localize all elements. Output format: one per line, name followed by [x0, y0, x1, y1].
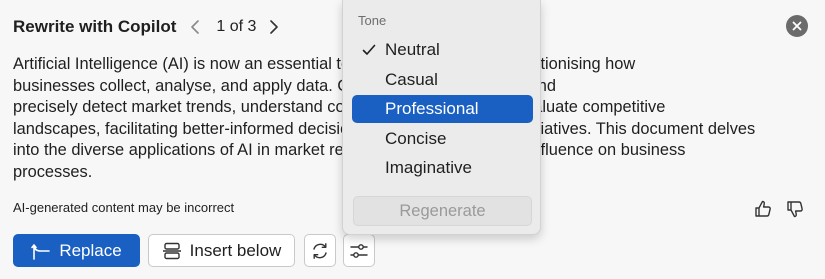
- insert-below-button[interactable]: Insert below: [148, 234, 295, 267]
- replace-arrow-icon: [31, 243, 51, 260]
- tone-item-label: Professional: [385, 99, 479, 118]
- close-button[interactable]: [786, 15, 808, 37]
- tone-item-professional[interactable]: Professional: [352, 95, 533, 123]
- regenerate-button[interactable]: [304, 234, 336, 267]
- thumb-up-icon: [755, 200, 771, 217]
- close-icon: [792, 21, 802, 31]
- tone-item-label: Neutral: [385, 40, 440, 59]
- page-indicator: 1 of 3: [216, 18, 257, 35]
- previous-button[interactable]: [184, 16, 206, 38]
- tone-item-neutral[interactable]: Neutral: [352, 36, 533, 64]
- chevron-right-icon: [270, 20, 279, 34]
- insert-below-label: Insert below: [189, 240, 282, 260]
- tone-options-button[interactable]: [343, 234, 375, 267]
- tone-item-casual[interactable]: Casual: [352, 66, 533, 94]
- next-button[interactable]: [263, 16, 285, 38]
- chevron-left-icon: [191, 20, 200, 34]
- tone-menu: Tone Neutral Casual Professional Concise…: [342, 0, 541, 235]
- tone-section-label: Tone: [358, 13, 387, 28]
- insert-below-icon: [162, 242, 181, 259]
- tone-item-concise[interactable]: Concise: [352, 125, 533, 153]
- thumb-down-icon: [787, 201, 803, 218]
- copilot-rewrite-panel: Rewrite with Copilot 1 of 3 Artificial I…: [0, 0, 825, 279]
- tone-item-label: Casual: [385, 70, 438, 89]
- checkmark-icon: [362, 44, 376, 55]
- thumbs-up-button[interactable]: [752, 198, 774, 220]
- replace-button[interactable]: Replace: [13, 234, 140, 267]
- ai-disclaimer: AI-generated content may be incorrect: [13, 200, 235, 215]
- thumbs-down-button[interactable]: [784, 198, 806, 220]
- panel-title: Rewrite with Copilot: [13, 17, 177, 36]
- refresh-icon: [313, 242, 327, 259]
- tone-item-label: Imaginative: [385, 158, 472, 177]
- tune-sliders-icon: [350, 243, 368, 258]
- tone-item-imaginative[interactable]: Imaginative: [352, 154, 533, 182]
- tone-item-label: Concise: [385, 129, 447, 148]
- header: Rewrite with Copilot 1 of 3: [13, 14, 285, 40]
- regenerate-menu-button[interactable]: Regenerate: [353, 196, 532, 226]
- replace-label: Replace: [59, 240, 122, 260]
